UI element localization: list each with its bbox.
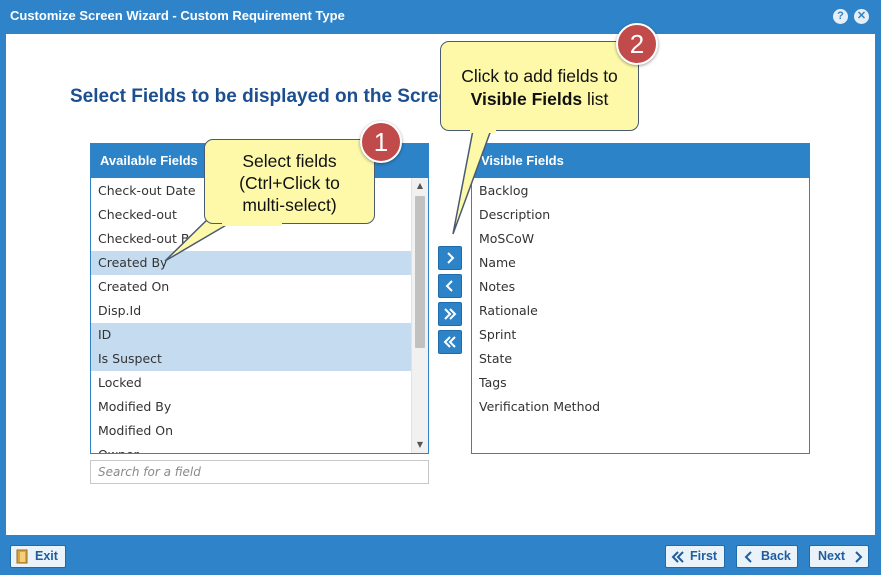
available-field-item[interactable]: ID (91, 323, 411, 347)
visible-field-item[interactable]: State (472, 347, 809, 371)
visible-field-item[interactable]: Rationale (472, 299, 809, 323)
callout-2-rest: list (582, 89, 609, 109)
search-field-input[interactable] (90, 460, 429, 484)
callout-2-line-2: Visible Fields list (441, 88, 638, 111)
visible-field-item[interactable]: Name (472, 251, 809, 275)
callout-2-line-1: Click to add fields to (461, 66, 618, 86)
visible-fields-panel: Visible Fields Backlog Description MoSCoW N… (471, 143, 810, 454)
visible-field-item[interactable]: MoSCoW (472, 227, 809, 251)
window-titlebar: Customize Screen Wizard - Custom Require… (0, 0, 881, 34)
add-selected-button[interactable] (438, 246, 462, 270)
available-field-item[interactable]: Modified By (91, 395, 411, 419)
callout-2-bold: Visible Fields (470, 89, 583, 109)
chevron-left-icon (744, 551, 752, 563)
visible-fields-list[interactable]: Backlog Description MoSCoW Name Notes Rationa… (472, 178, 809, 453)
close-icon[interactable]: ✕ (854, 9, 869, 24)
add-all-button[interactable] (438, 302, 462, 326)
chevron-right-icon (447, 252, 455, 264)
next-button[interactable]: Next (809, 545, 869, 568)
help-icon[interactable]: ? (833, 9, 848, 24)
page-title: Select Fields to be displayed on the Scr… (70, 86, 450, 107)
double-chevron-left-icon (671, 551, 684, 563)
step-2-badge: 2 (616, 23, 658, 65)
visible-field-item[interactable]: Backlog (472, 179, 809, 203)
available-field-item[interactable]: Locked (91, 371, 411, 395)
callout-pointer-1-cover (222, 222, 282, 226)
scroll-up-icon[interactable]: ▲ (412, 178, 428, 194)
available-fields-scrollbar[interactable]: ▲ ▼ (411, 178, 428, 453)
exit-door-icon (16, 549, 28, 564)
chevron-right-icon (855, 551, 863, 563)
exit-label: Exit (35, 549, 58, 563)
callout-pointer-2 (452, 129, 493, 235)
remove-all-button[interactable] (438, 330, 462, 354)
back-button[interactable]: Back (736, 545, 798, 568)
scroll-down-icon[interactable]: ▼ (412, 437, 428, 453)
first-button[interactable]: First (665, 545, 725, 568)
first-label: First (690, 549, 718, 563)
double-chevron-right-icon (444, 308, 457, 320)
scroll-thumb[interactable] (415, 196, 425, 348)
visible-fields-header: Visible Fields (472, 144, 809, 178)
step-1-badge: 1 (360, 121, 402, 163)
remove-selected-button[interactable] (438, 274, 462, 298)
next-label: Next (818, 549, 846, 563)
exit-button[interactable]: Exit (10, 545, 66, 568)
window-title: Customize Screen Wizard - Custom Require… (10, 8, 345, 23)
callout-add-fields: Click to add fields to Visible Fields li… (440, 41, 639, 131)
callout-1-line-3: multi-select) (242, 195, 337, 215)
visible-field-item[interactable]: Description (472, 203, 809, 227)
available-field-item[interactable]: Modified On (91, 419, 411, 443)
available-field-item[interactable]: Owner (91, 443, 411, 453)
double-chevron-left-icon (443, 336, 456, 348)
callout-pointer-2-cover (470, 128, 496, 133)
callout-1-line-2: (Ctrl+Click to (239, 173, 340, 193)
available-field-item[interactable]: Disp.Id (91, 299, 411, 323)
visible-field-item[interactable]: Tags (472, 371, 809, 395)
visible-field-item[interactable]: Verification Method (472, 395, 809, 419)
callout-select-fields: Select fields (Ctrl+Click to multi-selec… (204, 139, 375, 224)
available-field-item[interactable]: Is Suspect (91, 347, 411, 371)
back-label: Back (761, 549, 791, 563)
visible-field-item[interactable]: Sprint (472, 323, 809, 347)
available-field-item[interactable]: Created On (91, 275, 411, 299)
chevron-left-icon (445, 280, 453, 292)
visible-field-item[interactable]: Notes (472, 275, 809, 299)
callout-1-line-1: Select fields (242, 151, 337, 171)
